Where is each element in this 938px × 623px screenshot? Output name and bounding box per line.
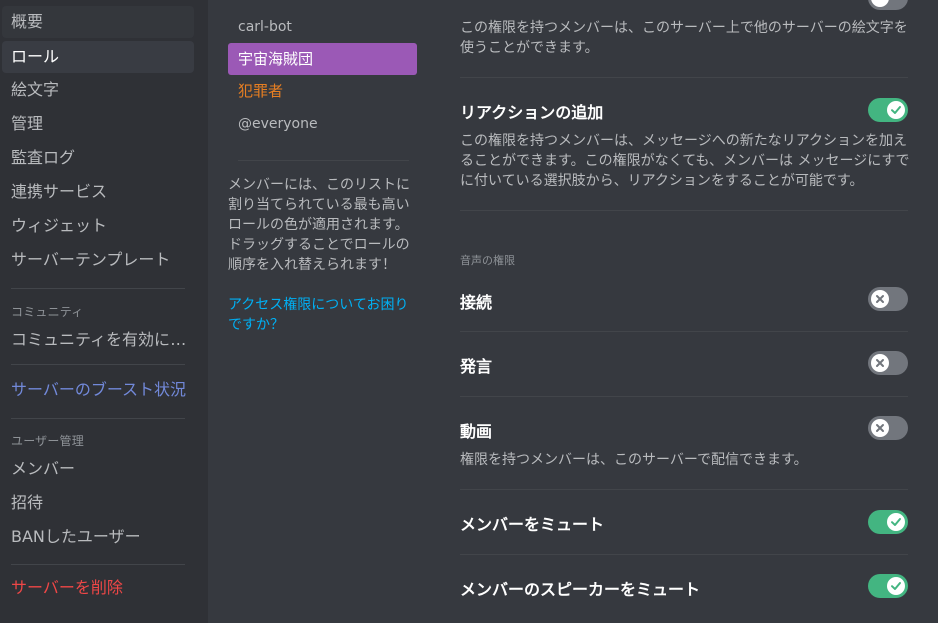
settings-sidebar: 概要 ロール 絵文字 管理 監査ログ 連携サービス ウィジェット サーバーテンプ… <box>0 0 208 623</box>
check-icon <box>891 518 901 526</box>
permission-divider <box>460 210 908 211</box>
sidebar-item-widget[interactable]: ウィジェット <box>2 210 194 242</box>
permission-divider <box>460 396 908 397</box>
sidebar-item-integrations[interactable]: 連携サービス <box>2 176 194 208</box>
check-icon <box>891 106 901 114</box>
add-reactions-title: リアクションの追加 <box>460 103 604 122</box>
toggle-add-reactions[interactable] <box>868 98 908 122</box>
speak-title: 発言 <box>460 357 493 376</box>
toggle-knob <box>871 0 889 7</box>
sidebar-item-audit-log[interactable]: 監査ログ <box>2 142 194 174</box>
close-icon <box>876 359 884 367</box>
add-reactions-description: この権限を持つメンバーは、メッセージへの新たなリアクションを加えることができます… <box>460 133 910 189</box>
roles-list-panel: carl-bot 宇宙海賊団 犯罪者 @everyone メンバーには、このリス… <box>208 0 438 623</box>
sidebar-divider <box>11 418 185 419</box>
voice-permissions-header: 音声の権限 <box>460 254 515 267</box>
sidebar-item-bans[interactable]: BANしたユーザー <box>2 521 194 553</box>
external-emoji-description: この権限を持つメンバーは、このサーバー上で他のサーバーの絵文字を使うことができま… <box>460 20 908 56</box>
sidebar-divider <box>11 288 185 289</box>
permissions-help-link[interactable]: アクセス権限についてお困りですか？ <box>228 295 418 335</box>
permission-divider <box>460 77 908 78</box>
roles-divider <box>238 160 409 161</box>
sidebar-item-overview[interactable]: 概要 <box>2 6 194 38</box>
toggle-external-emoji[interactable] <box>868 0 908 10</box>
connect-title: 接続 <box>460 293 493 312</box>
sidebar-item-invites[interactable]: 招待 <box>2 487 194 519</box>
sidebar-item-delete-server[interactable]: サーバーを削除 <box>2 572 194 604</box>
toggle-knob <box>871 354 889 372</box>
sidebar-divider <box>11 364 185 365</box>
close-icon <box>876 424 884 432</box>
sidebar-item-members[interactable]: メンバー <box>2 453 194 485</box>
roles-info-text: メンバーには、このリストに割り当てられている最も高いロールの色が適用されます。ド… <box>228 177 410 273</box>
sidebar-item-emoji[interactable]: 絵文字 <box>2 74 194 106</box>
role-item-everyone[interactable]: @everyone <box>228 108 417 140</box>
permissions-panel: この権限を持つメンバーは、このサーバー上で他のサーバーの絵文字を使うことができま… <box>460 0 910 623</box>
sidebar-item-server-template[interactable]: サーバーテンプレート <box>2 244 194 276</box>
role-item-carl-bot[interactable]: carl-bot <box>228 11 417 43</box>
sidebar-item-roles[interactable]: ロール <box>2 41 194 73</box>
role-item-space-pirates[interactable]: 宇宙海賊団 <box>228 43 417 75</box>
user-management-header: ユーザー管理 <box>11 434 84 448</box>
toggle-knob <box>871 290 889 308</box>
toggle-speak[interactable] <box>868 351 908 375</box>
toggle-deafen-members[interactable] <box>868 574 908 598</box>
permission-divider <box>460 331 908 332</box>
sidebar-item-moderation[interactable]: 管理 <box>2 108 194 140</box>
toggle-knob <box>887 577 905 595</box>
permission-divider <box>460 554 908 555</box>
sidebar-divider <box>11 564 185 565</box>
toggle-connect[interactable] <box>868 287 908 311</box>
role-item-criminal[interactable]: 犯罪者 <box>228 75 417 107</box>
toggle-knob <box>887 101 905 119</box>
toggle-video[interactable] <box>868 416 908 440</box>
permission-divider <box>460 489 908 490</box>
video-description: 権限を持つメンバーは、このサーバーで配信できます。 <box>460 452 808 468</box>
toggle-knob <box>871 419 889 437</box>
close-icon <box>876 295 884 303</box>
sidebar-item-enable-community[interactable]: コミュニティを有効にする <box>2 324 194 356</box>
mute-members-title: メンバーをミュート <box>460 515 605 534</box>
toggle-mute-members[interactable] <box>868 510 908 534</box>
sidebar-item-server-boost[interactable]: サーバーのブースト状況 <box>2 374 194 406</box>
toggle-knob <box>887 513 905 531</box>
video-title: 動画 <box>460 422 493 441</box>
community-header: コミュニティ <box>11 305 84 319</box>
deafen-members-title: メンバーのスピーカーをミュート <box>460 580 701 599</box>
check-icon <box>891 582 901 590</box>
